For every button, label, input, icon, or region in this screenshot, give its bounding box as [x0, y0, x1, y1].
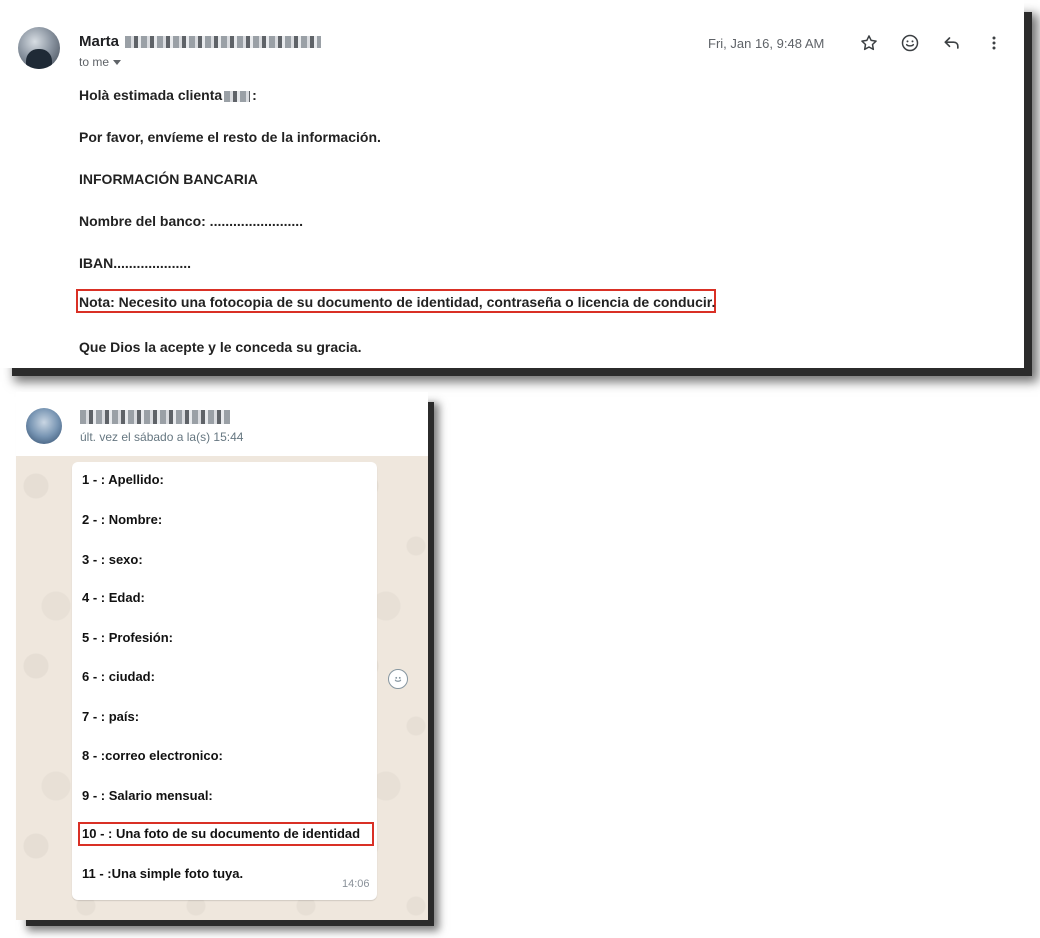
email-panel: Marta to me Fri, Jan 16, 9:48 AM Holà es… — [0, 0, 1024, 368]
email-closing: Que Dios la acepte y le conceda su graci… — [79, 339, 362, 355]
react-emoji-icon[interactable] — [388, 669, 408, 689]
email-greeting: Holà estimada clienta: — [79, 87, 257, 103]
list-item: 5 - : Profesión: — [82, 630, 174, 645]
list-item: 2 - : Nombre: — [82, 512, 163, 527]
recipient-label: to me — [79, 55, 110, 69]
sender-name: Marta — [79, 33, 120, 50]
list-item: 4 - : Edad: — [82, 590, 145, 605]
email-line-bank-name: Nombre del banco: ......................… — [79, 213, 304, 229]
list-item: 6 - : ciudad: — [82, 669, 155, 684]
list-item: 11 - :Una simple foto tuya. — [82, 866, 244, 881]
redacted-sender-email — [125, 36, 322, 49]
whatsapp-panel: últ. vez el sábado a la(s) 15:44 1 - : A… — [16, 392, 428, 920]
list-item: 7 - : país: — [82, 709, 140, 724]
redacted-contact-name — [80, 409, 230, 424]
redacted-client-name — [224, 90, 251, 102]
greeting-suffix: : — [252, 87, 257, 103]
list-item: 1 - : Apellido: — [82, 472, 164, 487]
more-vert-icon[interactable] — [981, 30, 1007, 56]
reply-icon[interactable] — [939, 30, 965, 56]
recipient-toggle[interactable]: to me — [79, 55, 122, 69]
emoji-icon[interactable] — [897, 30, 923, 56]
list-item: 8 - :correo electronico: — [82, 748, 223, 763]
contact-name — [80, 408, 230, 426]
contact-avatar[interactable] — [26, 408, 62, 444]
sender-avatar[interactable] — [18, 27, 60, 69]
star-icon[interactable] — [856, 30, 882, 56]
message-time: 14:06 — [342, 878, 370, 890]
email-line-request: Por favor, envíeme el resto de la inform… — [79, 129, 381, 145]
email-line-iban: IBAN.................... — [79, 255, 192, 271]
chat-header[interactable]: últ. vez el sábado a la(s) 15:44 — [16, 392, 428, 456]
greeting-prefix: Holà estimada clienta — [79, 87, 223, 103]
email-note: Nota: Necesito una fotocopia de su docum… — [79, 294, 716, 310]
list-item: 3 - : sexo: — [82, 552, 143, 567]
last-seen: últ. vez el sábado a la(s) 15:44 — [80, 430, 244, 444]
list-item: 9 - : Salario mensual: — [82, 788, 213, 803]
caret-down-icon — [113, 60, 122, 66]
email-line-bank-heading: INFORMACIÓN BANCARIA — [79, 171, 258, 187]
sender-name-row: Marta — [79, 33, 322, 50]
list-item-id-photo: 10 - : Una foto de su documento de ident… — [82, 826, 361, 841]
email-date: Fri, Jan 16, 9:48 AM — [708, 36, 825, 51]
